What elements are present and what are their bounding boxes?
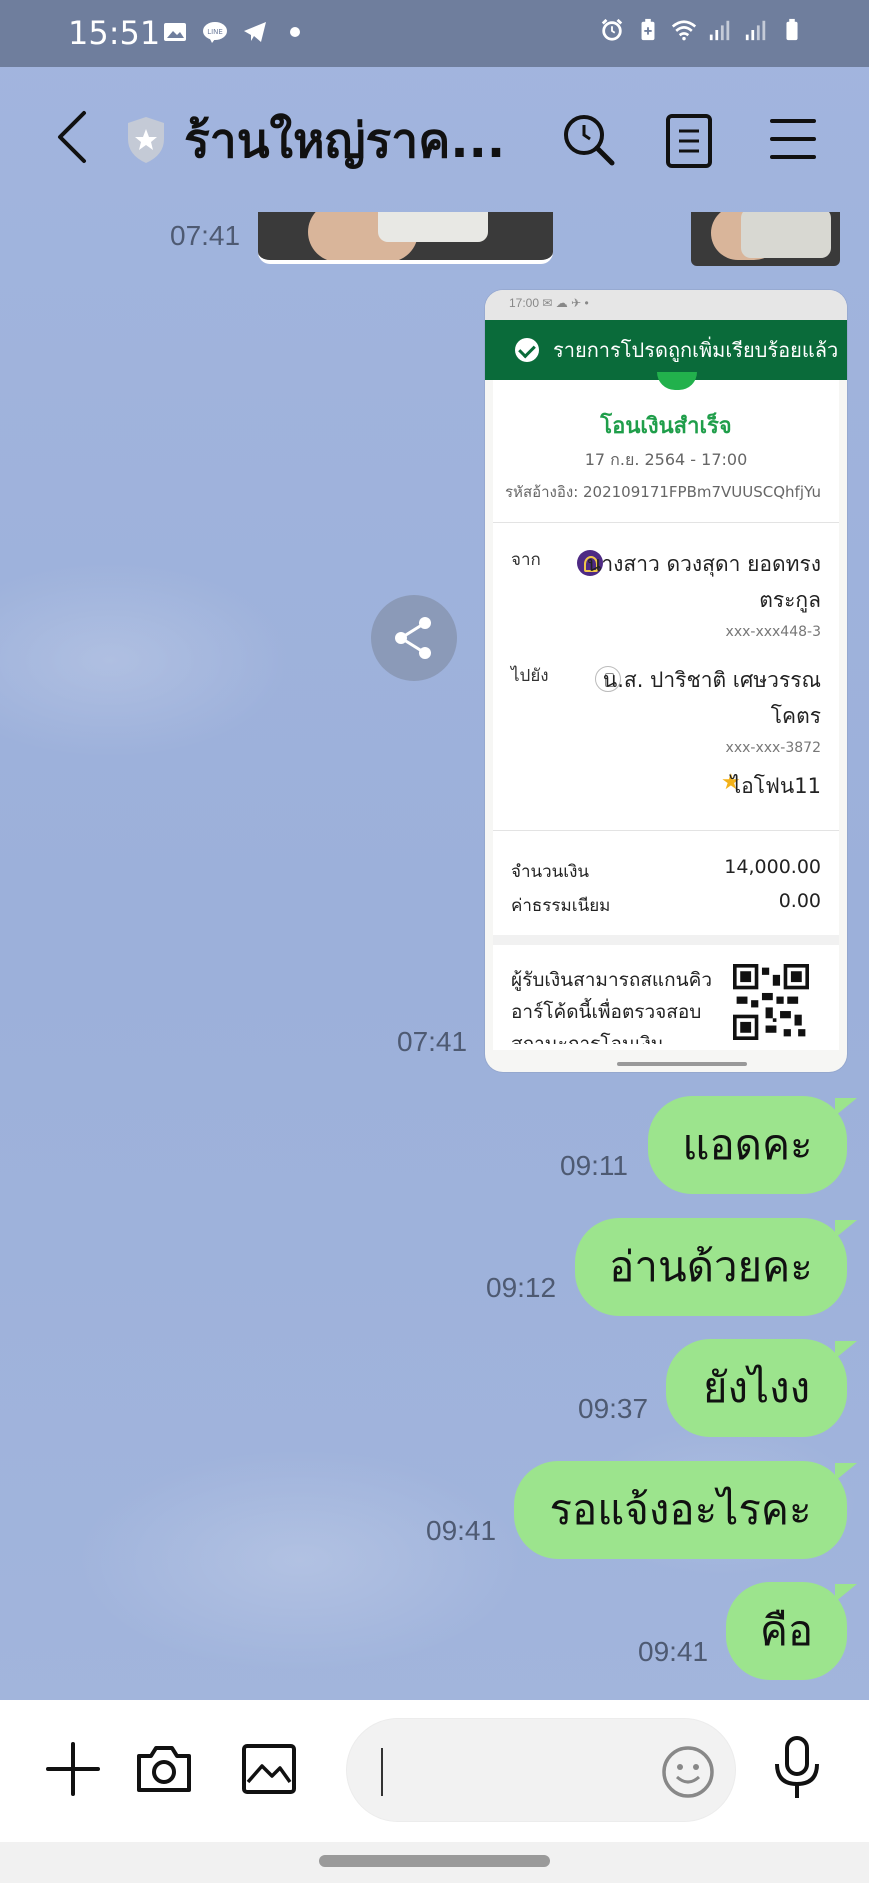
message-input[interactable] (346, 1718, 736, 1822)
from-name: นางสาว ดวงสุดา ยอดทรง (586, 552, 821, 576)
qr-instruction-line2: อาร์โค้ดนี้เพื่อตรวจสอบ (511, 1001, 702, 1023)
amount-label: จำนวนเงิน (511, 862, 590, 882)
message-time: 09:12 (486, 1272, 557, 1303)
message-input-bar (0, 1700, 869, 1842)
emoji-icon[interactable] (661, 1745, 715, 1799)
message-bubble[interactable]: คือ (726, 1582, 857, 1680)
shield-star-icon (128, 117, 164, 163)
search-icon[interactable] (560, 111, 616, 167)
receipt-reference: รหัสอ้างอิง: 202109171FPBm7VUUSCQhfjYu (505, 483, 821, 501)
check-circle-icon (515, 338, 539, 362)
receipt-success-title: โอนเงินสำเร็จ (600, 414, 732, 439)
battery-icon (786, 18, 798, 41)
receipt-body: โอนเงินสำเร็จ 17 ก.ย. 2564 - 17:00 รหัสอ… (493, 372, 839, 1050)
message-time: 07:41 (397, 1026, 468, 1057)
signal-icon (709, 20, 730, 41)
plus-icon[interactable] (42, 1738, 104, 1800)
message-time: 07:41 (170, 220, 241, 251)
status-bar: 15:51 LINE (0, 0, 869, 67)
divider (493, 935, 839, 945)
from-name-line2: ตระกูล (759, 588, 821, 612)
from-label: จาก (511, 550, 541, 570)
from-account: xxx-xxx448-3 (725, 624, 821, 640)
camera-icon[interactable] (133, 1738, 195, 1800)
image-message[interactable] (258, 212, 553, 264)
favorite-name: ไอโฟน11 (730, 774, 821, 798)
alarm-icon (601, 18, 623, 41)
qr-instruction: ผู้รับเงินสามารถสแกนคิว อาร์โค้ดนี้เพื่อ… (511, 964, 721, 1044)
message-bubble[interactable]: ยังไงง (666, 1339, 857, 1437)
line-app-icon: LINE (203, 22, 227, 43)
receipt-image-message[interactable]: 17:00 ✉ ☁ ✈ • รายการโปรดถูกเพิ่มเรียบร้อ… (485, 290, 847, 1072)
receipt-home-indicator (617, 1062, 747, 1066)
to-name-line2: โคตร (770, 704, 821, 728)
divider (493, 830, 839, 831)
receipt-banner: รายการโปรดถูกเพิ่มเรียบร้อยแล้ว (485, 320, 847, 380)
message-bubble[interactable]: รอแจ้งอะไรคะ (514, 1461, 857, 1559)
success-badge-icon (657, 372, 697, 390)
status-time: 15:51 (68, 14, 161, 52)
microphone-icon[interactable] (769, 1734, 825, 1804)
battery-saver-icon (641, 18, 655, 41)
svg-text:LINE: LINE (207, 28, 223, 36)
qr-instruction-line1: ผู้รับเงินสามารถสแกนคิว (511, 969, 713, 991)
gallery-icon (164, 23, 186, 41)
qr-code (733, 964, 809, 1040)
signal-icon (745, 20, 766, 41)
message-time: 09:41 (426, 1515, 497, 1546)
to-name: น.ส. ปาริชาติ เศษวรรณ (602, 668, 821, 692)
fee-value: 0.00 (778, 890, 821, 912)
wifi-icon (671, 20, 697, 41)
to-label: ไปยัง (511, 666, 549, 686)
message-time: 09:11 (560, 1150, 628, 1181)
menu-icon[interactable] (768, 117, 818, 161)
message-time: 09:37 (578, 1393, 649, 1424)
divider (493, 522, 839, 523)
receipt-date: 17 ก.ย. 2564 - 17:00 (584, 450, 748, 469)
chat-title[interactable]: ร้านใหญ่ราค... (184, 103, 505, 179)
text-caret (381, 1748, 383, 1796)
image-message[interactable] (691, 212, 840, 266)
message-bubble[interactable]: อ่านด้วยคะ (575, 1218, 857, 1316)
system-nav-bar (0, 1842, 869, 1883)
share-button[interactable] (371, 595, 457, 681)
message-bubble[interactable]: แอดคะ (648, 1096, 857, 1194)
to-account: xxx-xxx-3872 (725, 740, 821, 756)
back-icon[interactable] (48, 107, 98, 167)
notes-icon[interactable] (664, 113, 714, 169)
image-icon[interactable] (238, 1738, 300, 1800)
receipt-status-bar: 17:00 ✉ ☁ ✈ • (485, 290, 847, 320)
share-icon (395, 617, 431, 659)
amount-value: 14,000.00 (724, 856, 821, 878)
home-indicator[interactable] (319, 1855, 550, 1867)
message-time: 09:41 (638, 1636, 709, 1667)
chat-header: ร้านใหญ่ราค... (0, 67, 869, 207)
receipt-banner-text: รายการโปรดถูกเพิ่มเรียบร้อยแล้ว (553, 338, 839, 362)
qr-instruction-line3: สถานะการโอนเงิน (511, 1033, 664, 1044)
dot-icon (290, 27, 300, 37)
telegram-icon (244, 22, 266, 42)
fee-label: ค่าธรรมเนียม (511, 896, 611, 916)
